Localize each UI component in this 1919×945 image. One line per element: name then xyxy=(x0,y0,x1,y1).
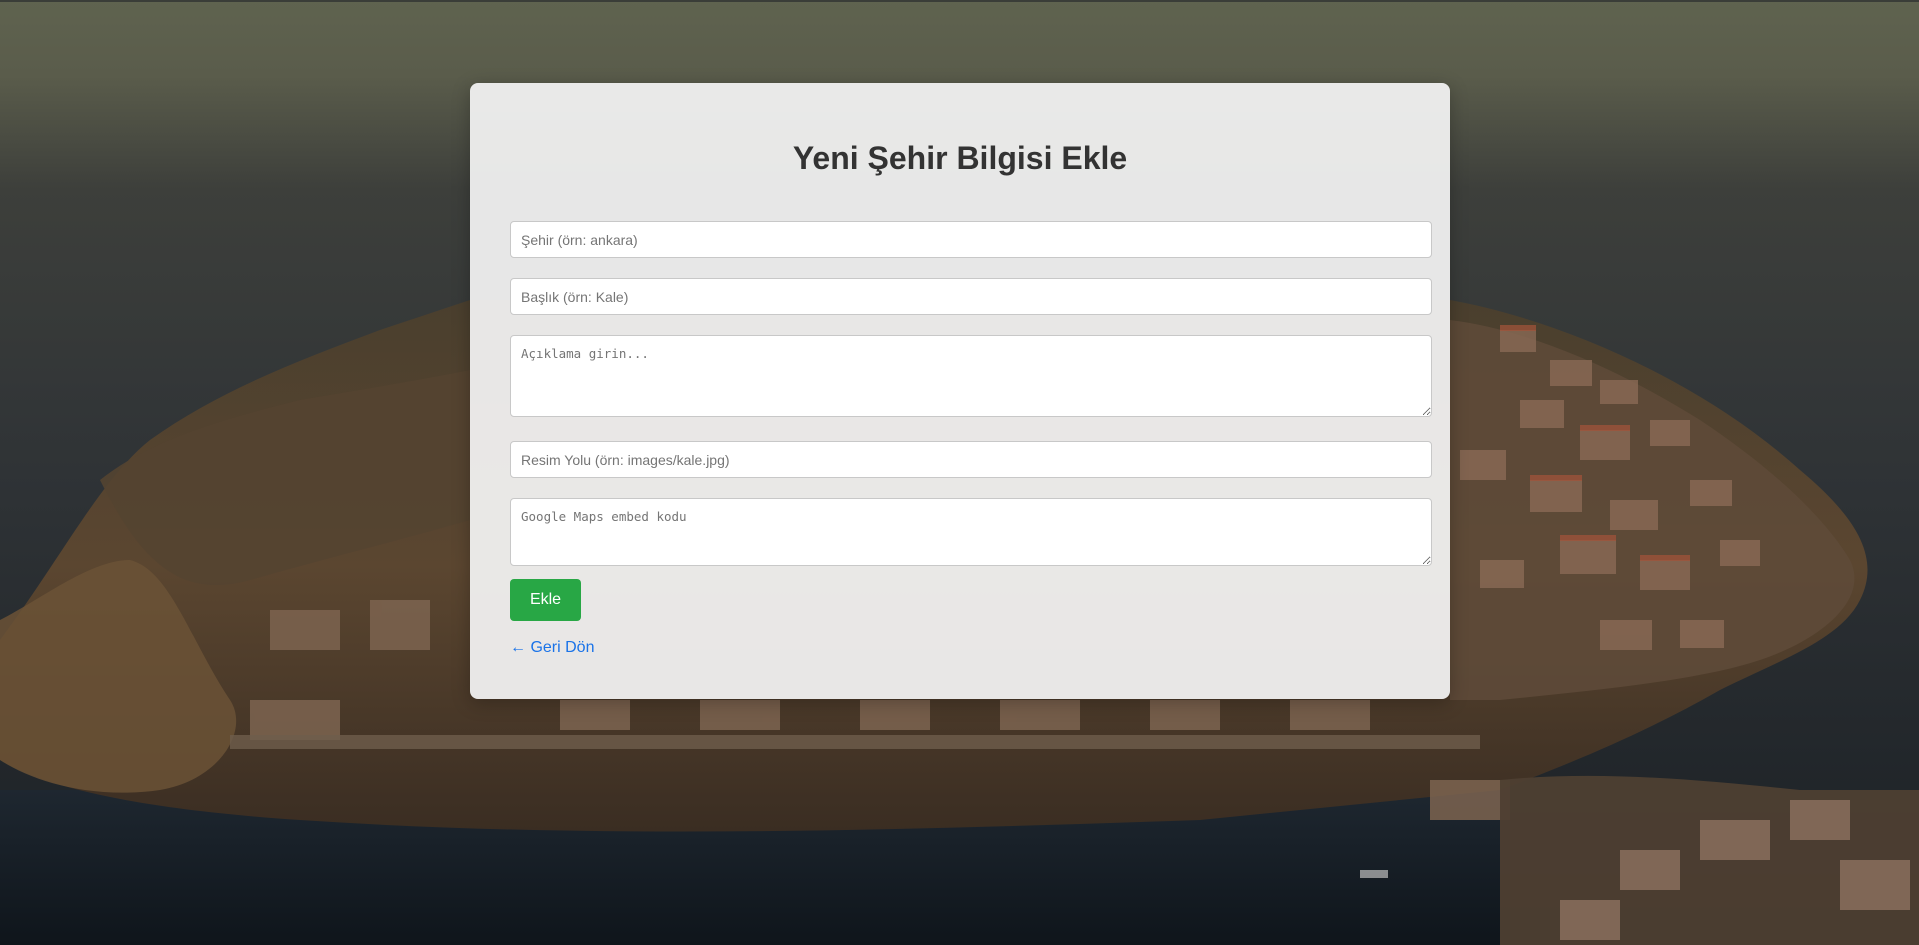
add-button[interactable]: Ekle xyxy=(510,579,581,621)
description-textarea[interactable] xyxy=(510,335,1432,417)
heading-input[interactable] xyxy=(510,278,1432,315)
page-title: Yeni Şehir Bilgisi Ekle xyxy=(792,140,1128,176)
add-city-form-card: Yeni Şehir Bilgisi Ekle Ekle ← Geri Dön xyxy=(470,83,1450,699)
city-input[interactable] xyxy=(510,221,1432,258)
back-link[interactable]: ← Geri Dön xyxy=(510,639,594,657)
image-path-input[interactable] xyxy=(510,441,1432,478)
map-embed-textarea[interactable] xyxy=(510,498,1432,566)
top-border xyxy=(0,0,1919,2)
